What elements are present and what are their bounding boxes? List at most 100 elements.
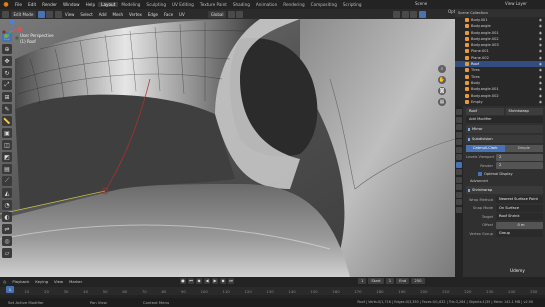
view-layer-selector[interactable]: View Layer — [505, 1, 527, 6]
eye-icon[interactable]: ◉ — [539, 99, 542, 105]
outliner-item[interactable]: Empty ◉ — [455, 99, 545, 105]
menu-view[interactable]: View — [62, 12, 78, 17]
timeline-ruler[interactable]: 0102030405060708090100110120130140150160… — [0, 287, 545, 295]
3d-viewport[interactable]: User Perspective (1) Roof ⬚ ⊕ ✥ ↻ ⤢ ⊞ ✎ … — [0, 19, 455, 277]
offset-field[interactable]: 0 m — [496, 221, 543, 229]
menu-render[interactable]: Render — [39, 2, 60, 7]
play-reverse-icon[interactable]: ◀ — [204, 278, 210, 284]
menu-window[interactable]: Window — [60, 2, 83, 7]
pan-hand-icon[interactable]: ✋ — [438, 76, 446, 84]
view-layer-tab-icon[interactable] — [456, 131, 462, 138]
bevel-icon[interactable]: ◩ — [2, 152, 12, 162]
modifier-mirror[interactable]: Mirror — [466, 125, 543, 133]
modifier-shrinkwrap[interactable]: Shrinkwrap — [466, 186, 543, 194]
modifier-subdivision[interactable]: Subdivision — [466, 135, 543, 143]
advanced-subpanel[interactable]: Advanced — [466, 178, 543, 184]
navigation-gizmo[interactable] — [0, 19, 24, 43]
polybuild-icon[interactable]: ◭ — [2, 188, 12, 198]
menu-help[interactable]: Help — [83, 2, 99, 7]
target-field[interactable]: Roof Shrink — [496, 213, 543, 220]
current-frame-field[interactable]: 1 — [358, 278, 367, 284]
face-select-icon[interactable] — [54, 10, 62, 18]
output-tab-icon[interactable] — [456, 124, 462, 130]
overlay-icon[interactable] — [393, 10, 401, 18]
camera-icon[interactable]: ◙ — [438, 87, 446, 95]
material-shading-icon[interactable] — [418, 10, 426, 18]
menu-edge[interactable]: Edge — [145, 12, 161, 17]
jump-start-icon[interactable]: ⏮ — [188, 278, 194, 284]
spin-icon[interactable]: ◔ — [2, 200, 12, 210]
scene-selector[interactable]: Scene — [415, 1, 427, 6]
prev-key-icon[interactable]: ◆ — [196, 278, 202, 284]
menu-marker[interactable]: Marker — [66, 279, 85, 284]
material-tab-icon[interactable] — [456, 199, 462, 205]
shear-icon[interactable]: ▱ — [2, 248, 12, 258]
menu-edit[interactable]: Edit — [25, 2, 39, 7]
menu-keying[interactable]: Keying — [32, 279, 51, 284]
smooth-icon[interactable]: ◐ — [2, 212, 12, 222]
blender-logo-icon[interactable]: ● — [2, 1, 10, 8]
menu-vertex[interactable]: Vertex — [126, 12, 145, 17]
menu-playback[interactable]: Playback — [9, 279, 32, 284]
menu-select[interactable]: Select — [77, 12, 95, 17]
vertex-select-icon[interactable] — [37, 10, 45, 18]
checkbox-checked-icon[interactable] — [478, 171, 482, 176]
workspace-tab-shading[interactable]: Shading — [230, 2, 253, 7]
workspace-tab-compositing[interactable]: Compositing — [308, 2, 340, 7]
next-key-icon[interactable]: ◆ — [220, 278, 226, 284]
transform-icon[interactable]: ⊞ — [2, 92, 12, 102]
solid-shading-icon[interactable] — [410, 10, 418, 18]
snap-icon[interactable] — [227, 10, 235, 18]
wrap-method-dropdown[interactable]: Nearest Surface Point — [496, 196, 543, 203]
modifier-tab-icon[interactable] — [456, 161, 462, 168]
workspace-tab-texture-paint[interactable]: Texture Paint — [197, 2, 230, 7]
edge-select-icon[interactable] — [46, 10, 54, 18]
particles-tab-icon[interactable] — [456, 169, 462, 175]
menu-file[interactable]: File — [12, 2, 25, 7]
scale-icon[interactable]: ⤢ — [2, 80, 12, 90]
shrink-fatten-icon[interactable]: ◎ — [2, 236, 12, 246]
measure-icon[interactable]: 📏 — [2, 116, 12, 126]
mode-dropdown[interactable]: Edit Mode — [10, 10, 37, 18]
move-icon[interactable]: ✥ — [2, 56, 12, 66]
object-tab-icon[interactable] — [456, 154, 462, 160]
workspace-tab-animation[interactable]: Animation — [253, 2, 280, 7]
render-levels-field[interactable]: 2 — [496, 162, 543, 169]
vertex-group-field[interactable]: Group — [496, 230, 543, 237]
orientation-dropdown[interactable]: Global — [207, 10, 227, 18]
workspace-tab-layout[interactable]: Layout — [98, 2, 119, 7]
menu-uv[interactable]: UV — [176, 12, 188, 17]
record-icon[interactable]: ● — [180, 278, 186, 284]
optimal-display-checkbox[interactable]: Optimal Display — [478, 171, 543, 177]
timeline-editor-icon[interactable]: ◷ — [0, 279, 9, 284]
annotate-icon[interactable]: ✎ — [2, 104, 12, 114]
play-icon[interactable]: ▶ — [212, 278, 218, 284]
edge-slide-icon[interactable]: ⇌ — [2, 224, 12, 234]
rotate-icon[interactable]: ↻ — [2, 68, 12, 78]
menu-face[interactable]: Face — [161, 12, 176, 17]
world-tab-icon[interactable] — [456, 146, 462, 153]
menu-mesh[interactable]: Mesh — [110, 12, 127, 17]
snap-mode-dropdown[interactable]: On Surface — [496, 204, 543, 212]
workspace-tab-modeling[interactable]: Modeling — [118, 2, 143, 7]
workspace-tab-rendering[interactable]: Rendering — [280, 2, 307, 7]
physics-tab-icon[interactable] — [456, 176, 462, 183]
tool-tab-icon[interactable] — [456, 109, 462, 115]
menu-timeline-view[interactable]: View — [51, 279, 66, 284]
editor-type-icon[interactable] — [1, 10, 9, 18]
extrude-icon[interactable]: ▣ — [2, 128, 12, 138]
grid-icon[interactable]: ▦ — [438, 98, 446, 106]
inset-icon[interactable]: ◫ — [2, 140, 12, 150]
workspace-tab-sculpting[interactable]: Sculpting — [143, 2, 169, 7]
data-tab-icon[interactable] — [456, 191, 462, 198]
loopcut-icon[interactable]: ▤ — [2, 164, 12, 174]
workspace-tab-uv-editing[interactable]: UV Editing — [169, 2, 197, 7]
constraints-tab-icon[interactable] — [456, 184, 462, 190]
object-name-field[interactable]: Roof — [466, 107, 504, 115]
workspace-tab-scripting[interactable]: Scripting — [340, 2, 365, 7]
cursor-icon[interactable]: ⊕ — [2, 44, 12, 54]
levels-viewport-field[interactable]: 2 — [496, 153, 543, 161]
end-frame-field[interactable]: 250 — [411, 278, 425, 284]
start-frame-field[interactable]: 1 — [385, 278, 395, 284]
render-tab-icon[interactable] — [456, 116, 462, 123]
